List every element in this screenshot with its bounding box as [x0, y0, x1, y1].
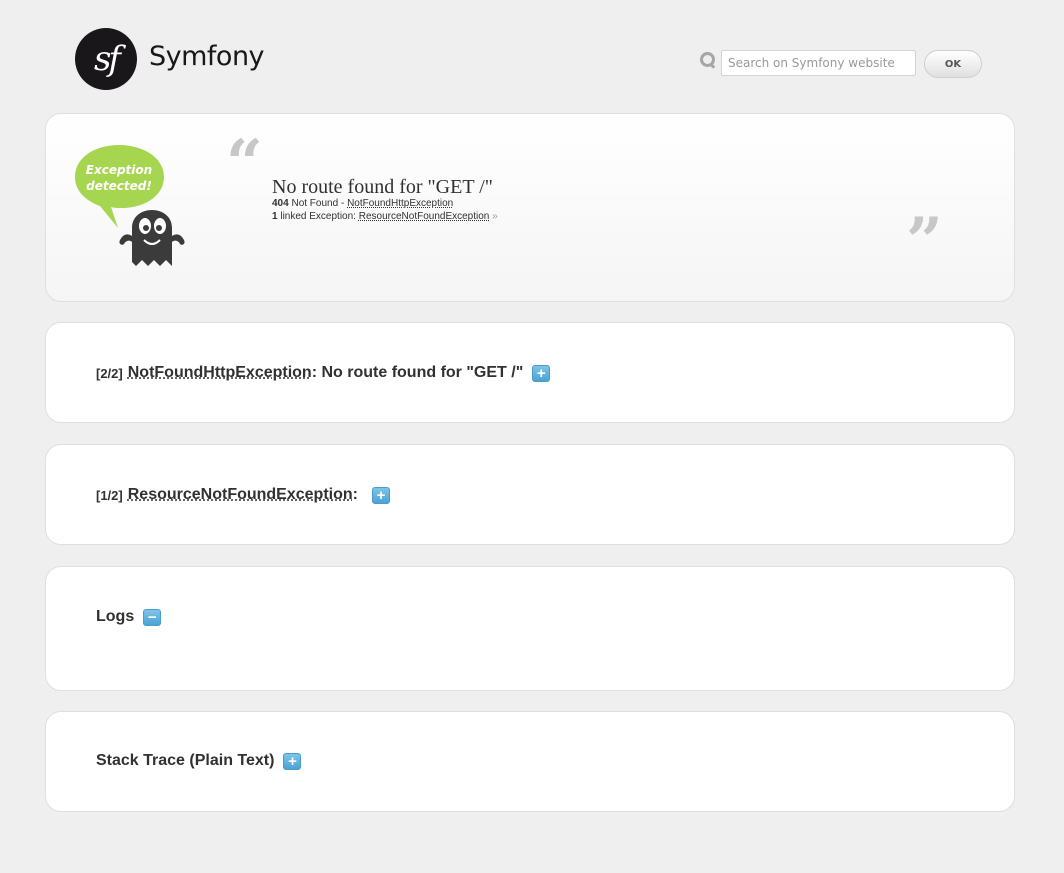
expand-toggle-button[interactable]: + [371, 486, 390, 504]
logs-section: Logs − [45, 566, 1015, 691]
exception-section-title: [2/2] NotFoundHttpException: No route fo… [96, 364, 551, 382]
linked-arrow: » [489, 211, 498, 222]
symfony-logo[interactable]: sf Symfony [75, 28, 265, 90]
logs-title-row: Logs − [96, 608, 162, 626]
bubble-text-line1: Exception [86, 163, 152, 177]
quote-open-icon: “ [226, 126, 263, 201]
exception-section-2: [2/2] NotFoundHttpException: No route fo… [45, 322, 1015, 423]
symfony-logo-text: Symfony [149, 40, 265, 72]
stack-trace-title: Stack Trace (Plain Text) [96, 752, 275, 769]
exception-counter: [1/2] [96, 487, 123, 503]
header: sf Symfony OK [0, 0, 1064, 110]
logs-title: Logs [96, 608, 135, 625]
exception-section-message: : [352, 486, 358, 503]
exception-class-name: ResourceNotFoundException [127, 486, 353, 503]
stack-trace-section: Stack Trace (Plain Text) + [45, 711, 1015, 812]
linked-exception-line: 1 linked Exception: ResourceNotFoundExce… [272, 211, 498, 222]
search-icon [699, 51, 717, 69]
exception-class-name: NotFoundHttpException [127, 364, 312, 381]
exception-status-line: 404 Not Found - NotFoundHttpException [272, 198, 453, 209]
linked-label: linked Exception: [277, 211, 359, 222]
symfony-logo-mark: sf [75, 28, 137, 90]
collapse-toggle-button[interactable]: − [143, 608, 162, 626]
exception-ghost-mascot-icon: Exception detected! [75, 145, 185, 266]
expand-toggle-button[interactable]: + [283, 752, 302, 770]
status-code: 404 [272, 198, 289, 209]
exception-message: No route found for "GET /" [272, 176, 493, 198]
expand-toggle-button[interactable]: + [532, 364, 551, 382]
search-ok-button[interactable]: OK [924, 50, 982, 78]
exception-class-link[interactable]: NotFoundHttpException [347, 198, 453, 209]
bubble-text-line2: detected! [86, 179, 152, 193]
stack-trace-title-row: Stack Trace (Plain Text) + [96, 752, 302, 770]
status-text: Not Found - [291, 198, 348, 209]
exception-counter: [2/2] [96, 365, 123, 381]
search-form: OK [699, 48, 982, 78]
exception-summary-block: Exception detected! “ ” No route found f… [45, 113, 1015, 302]
exception-section-title: [1/2] ResourceNotFoundException: + [96, 486, 390, 504]
exception-section-message: : No route found for "GET /" [311, 364, 524, 381]
search-input[interactable] [721, 50, 916, 76]
linked-exception-link[interactable]: ResourceNotFoundException [359, 211, 490, 222]
quote-close-icon: ” [906, 204, 943, 279]
exception-section-1: [1/2] ResourceNotFoundException: + [45, 444, 1015, 545]
